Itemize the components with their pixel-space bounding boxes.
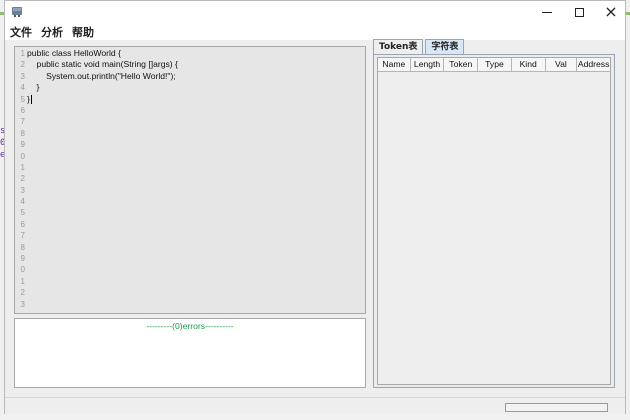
status-bar <box>5 397 625 414</box>
code-area[interactable]: public class HelloWorld { public static … <box>27 48 178 105</box>
text-caret <box>30 94 32 104</box>
menu-file[interactable]: 文件 <box>10 24 32 40</box>
menu-analyze[interactable]: 分析 <box>41 24 63 40</box>
line-number: 3 <box>20 299 25 309</box>
line-number: 6 <box>20 105 25 115</box>
column-header-val[interactable]: Val <box>546 58 578 72</box>
line-number-gutter: 12345678901234567890123 <box>15 48 25 310</box>
code-line: } <box>27 93 32 104</box>
maximize-button[interactable] <box>561 1 597 23</box>
close-button[interactable]: × <box>593 1 629 23</box>
tab-token-table[interactable]: Token表 <box>373 39 424 55</box>
line-number: 9 <box>20 140 25 150</box>
maximize-icon <box>574 7 584 17</box>
minimize-button[interactable] <box>529 1 565 23</box>
code-line: public static void main(String []args) { <box>27 59 178 70</box>
close-icon: × <box>604 2 618 21</box>
menu-help[interactable]: 帮助 <box>72 24 94 40</box>
code-editor[interactable]: 12345678901234567890123 public class Hel… <box>14 46 366 314</box>
progress-bar <box>505 403 608 412</box>
column-header-kind[interactable]: Kind <box>512 58 546 72</box>
line-number: 7 <box>20 117 25 127</box>
title-bar[interactable]: × <box>5 1 625 23</box>
java-cup-icon <box>12 7 22 17</box>
column-header-length[interactable]: Length <box>411 58 445 72</box>
tab-symbol-table[interactable]: 字符表 <box>425 39 465 55</box>
error-summary: ---------(0)errors---------- <box>146 321 234 331</box>
line-number: 2 <box>20 174 25 184</box>
column-header-token[interactable]: Token <box>444 58 479 72</box>
column-header-type[interactable]: Type <box>478 58 512 72</box>
code-line: } <box>27 82 40 93</box>
line-number: 8 <box>20 128 25 138</box>
line-number: 1 <box>20 276 25 286</box>
app-window: × 文件 分析 帮助 12345678901234567890123 publi… <box>4 0 626 414</box>
column-header-name[interactable]: Name <box>378 58 411 72</box>
symbol-table-panel: Name Length Token Type Kind Val Address <box>373 54 615 388</box>
line-number: 3 <box>20 185 25 195</box>
line-number: 9 <box>20 254 25 264</box>
line-number: 5 <box>20 208 25 218</box>
line-number: 4 <box>20 83 25 93</box>
table-header: Name Length Token Type Kind Val Address <box>378 58 610 72</box>
line-number: 6 <box>20 219 25 229</box>
line-number: 0 <box>20 265 25 275</box>
line-number: 1 <box>20 162 25 172</box>
line-number: 8 <box>20 242 25 252</box>
line-number: 2 <box>20 288 25 298</box>
minimize-icon <box>542 11 552 13</box>
line-number: 4 <box>20 197 25 207</box>
result-tabs: Token表 字符表 <box>373 39 466 55</box>
code-line: public class HelloWorld { <box>27 48 121 58</box>
line-number: 1 <box>20 49 25 58</box>
code-line: System.out.println("Hello World!"); <box>27 70 176 81</box>
line-number: 7 <box>20 231 25 241</box>
menu-bar: 文件 分析 帮助 <box>5 23 625 40</box>
symbol-table[interactable]: Name Length Token Type Kind Val Address <box>377 57 611 385</box>
line-number: 3 <box>20 71 25 81</box>
line-number: 2 <box>20 60 25 70</box>
column-header-address[interactable]: Address <box>577 58 610 72</box>
error-panel: ---------(0)errors---------- <box>14 318 366 388</box>
line-number: 0 <box>20 151 25 161</box>
line-number: 5 <box>20 94 25 104</box>
